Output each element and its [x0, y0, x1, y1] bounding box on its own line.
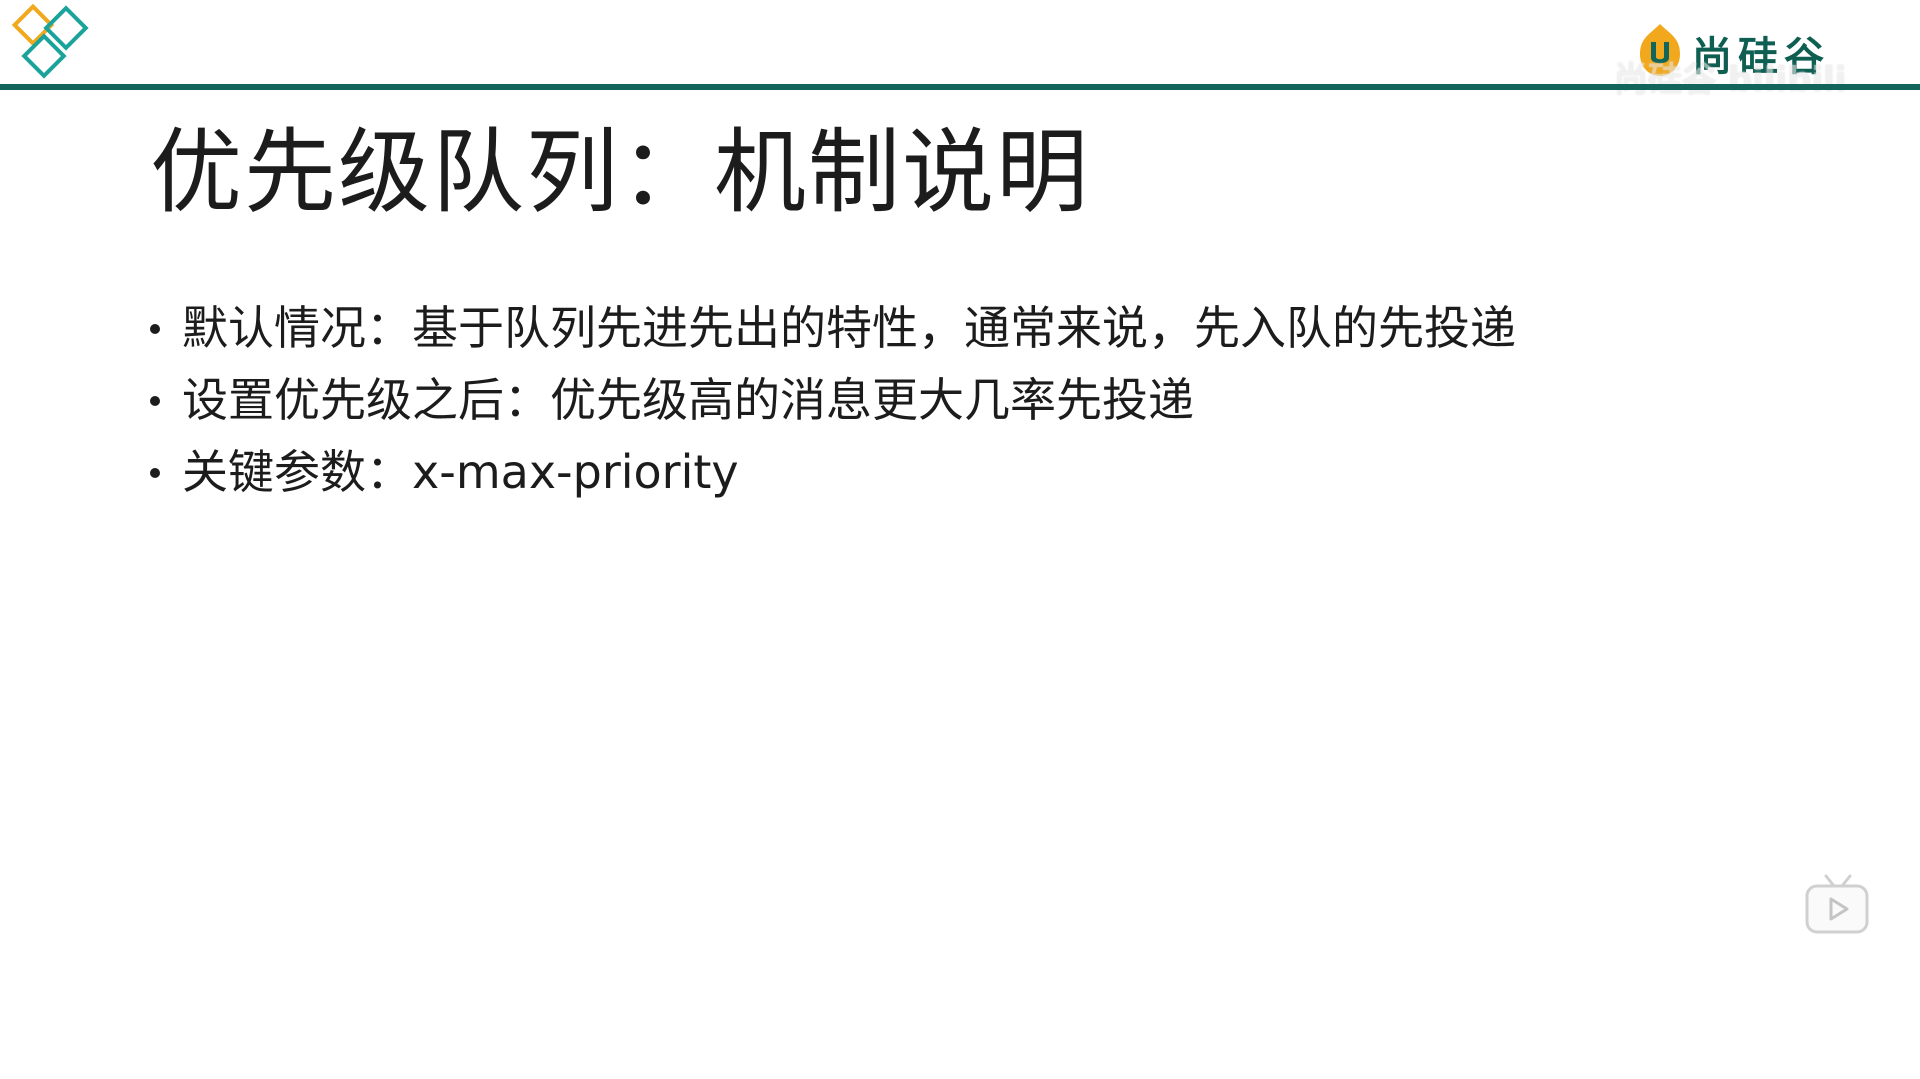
slide-canvas: 尚硅谷 尚硅谷 bilibili 优先级队列：机制说明 默认情况：基于队列先进先…	[0, 0, 1920, 1079]
bullet-list: 默认情况：基于队列先进先出的特性，通常来说，先入队的先投递 设置优先级之后：优先…	[150, 292, 1516, 508]
page-title: 优先级队列：机制说明	[150, 119, 1091, 226]
bullet-dot-icon	[150, 323, 160, 334]
bullet-text: 关键参数：x-max-priority	[182, 445, 739, 499]
bullet-dot-icon	[150, 467, 160, 478]
diamond-logo-icon	[11, 3, 89, 79]
list-item: 默认情况：基于队列先进先出的特性，通常来说，先入队的先投递	[150, 292, 1516, 364]
header-divider	[0, 84, 1920, 90]
watermark-text: 尚硅谷 bilibili	[1614, 60, 1847, 100]
list-item: 设置优先级之后：优先级高的消息更大几率先投递	[150, 364, 1516, 436]
list-item: 关键参数：x-max-priority	[150, 436, 1516, 508]
bullet-text: 设置优先级之后：优先级高的消息更大几率先投递	[182, 373, 1194, 427]
tv-play-icon	[1805, 874, 1869, 934]
play-button[interactable]	[1804, 874, 1870, 936]
bullet-dot-icon	[150, 395, 160, 406]
bullet-text: 默认情况：基于队列先进先出的特性，通常来说，先入队的先投递	[182, 301, 1516, 355]
